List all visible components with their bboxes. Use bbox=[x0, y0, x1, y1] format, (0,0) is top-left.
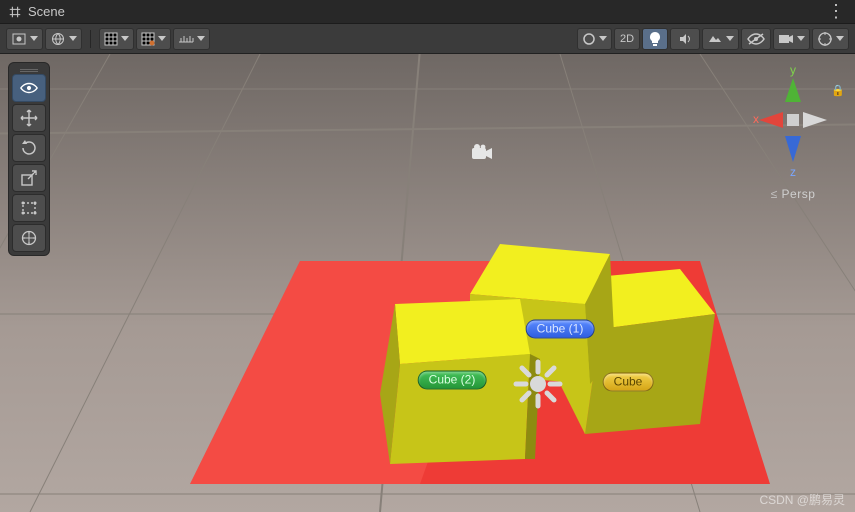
axis-neg-x-cone[interactable] bbox=[803, 112, 827, 128]
camera-gizmo[interactable] bbox=[470, 144, 494, 167]
light-gizmo[interactable] bbox=[512, 358, 564, 410]
snap-increment-button[interactable] bbox=[173, 28, 210, 50]
grid-snap-icon bbox=[141, 32, 155, 46]
axis-y-cone[interactable] bbox=[785, 78, 801, 102]
tool-palette bbox=[8, 62, 50, 256]
axis-z-cone[interactable] bbox=[785, 136, 801, 162]
camera-icon bbox=[778, 33, 794, 45]
object-label-cube[interactable]: Cube bbox=[603, 373, 654, 392]
grid-snap-button[interactable] bbox=[136, 28, 171, 50]
viewport-grid bbox=[0, 54, 855, 512]
scene-tab[interactable]: Scene bbox=[8, 4, 65, 19]
sphere-icon bbox=[582, 32, 596, 46]
globe-icon bbox=[50, 31, 66, 47]
lighting-toggle-button[interactable] bbox=[642, 28, 668, 50]
object-label-cube2[interactable]: Cube (2) bbox=[418, 371, 487, 390]
rotate-icon bbox=[20, 139, 38, 157]
grid-toggle-button[interactable] bbox=[99, 28, 134, 50]
shading-mode-button[interactable] bbox=[6, 28, 43, 50]
move-tool[interactable] bbox=[12, 104, 46, 132]
render-mode-button[interactable] bbox=[577, 28, 612, 50]
2d-toggle-button[interactable]: 2D bbox=[614, 28, 640, 50]
scene-icon bbox=[8, 5, 22, 19]
axis-x-label: x bbox=[753, 112, 759, 126]
scale-icon bbox=[20, 169, 38, 187]
fx-icon bbox=[707, 32, 723, 46]
shading-icon bbox=[11, 31, 27, 47]
object-label-cube1[interactable]: Cube (1) bbox=[526, 320, 595, 339]
grid-icon bbox=[104, 32, 118, 46]
move-icon bbox=[20, 109, 38, 127]
axis-y-label: y bbox=[790, 63, 796, 77]
orientation-gizmo[interactable]: y x z 🔒 ≤ Persp bbox=[743, 62, 843, 201]
axis-z-label: z bbox=[790, 165, 796, 179]
scene-tab-header: Scene ⋮ bbox=[0, 0, 855, 24]
gizmos-toggle-button[interactable] bbox=[812, 28, 849, 50]
2d-toggle-label: 2D bbox=[620, 33, 634, 45]
projection-label[interactable]: Persp bbox=[782, 187, 816, 201]
axis-x-cone[interactable] bbox=[759, 112, 783, 128]
gizmo-lock-icon[interactable]: 🔒 bbox=[831, 84, 845, 97]
visibility-toggle-button[interactable] bbox=[741, 28, 771, 50]
scale-tool[interactable] bbox=[12, 164, 46, 192]
eye-off-icon bbox=[747, 32, 765, 46]
view-tool[interactable] bbox=[12, 74, 46, 102]
scene-viewport[interactable]: Cube (1) Cube (2) Cube y x bbox=[0, 54, 855, 512]
ruler-icon bbox=[178, 32, 194, 46]
palette-drag-handle[interactable] bbox=[12, 66, 46, 72]
fx-toggle-button[interactable] bbox=[702, 28, 739, 50]
gizmo-icon bbox=[817, 31, 833, 47]
eye-icon bbox=[20, 79, 38, 97]
transform-icon bbox=[20, 229, 38, 247]
scene-tab-label: Scene bbox=[28, 4, 65, 19]
scene-toolbar: 2D bbox=[0, 24, 855, 54]
tab-menu-button[interactable]: ⋮ bbox=[821, 1, 851, 22]
audio-icon bbox=[678, 32, 692, 46]
draw-mode-button[interactable] bbox=[45, 28, 82, 50]
camera-button[interactable] bbox=[773, 28, 810, 50]
transform-tool[interactable] bbox=[12, 224, 46, 252]
audio-toggle-button[interactable] bbox=[670, 28, 700, 50]
watermark: CSDN @鹏易灵 bbox=[759, 491, 845, 508]
rect-tool[interactable] bbox=[12, 194, 46, 222]
lightbulb-icon bbox=[649, 31, 661, 47]
rotate-tool[interactable] bbox=[12, 134, 46, 162]
gizmo-cube[interactable] bbox=[787, 114, 799, 126]
rect-icon bbox=[20, 199, 38, 217]
